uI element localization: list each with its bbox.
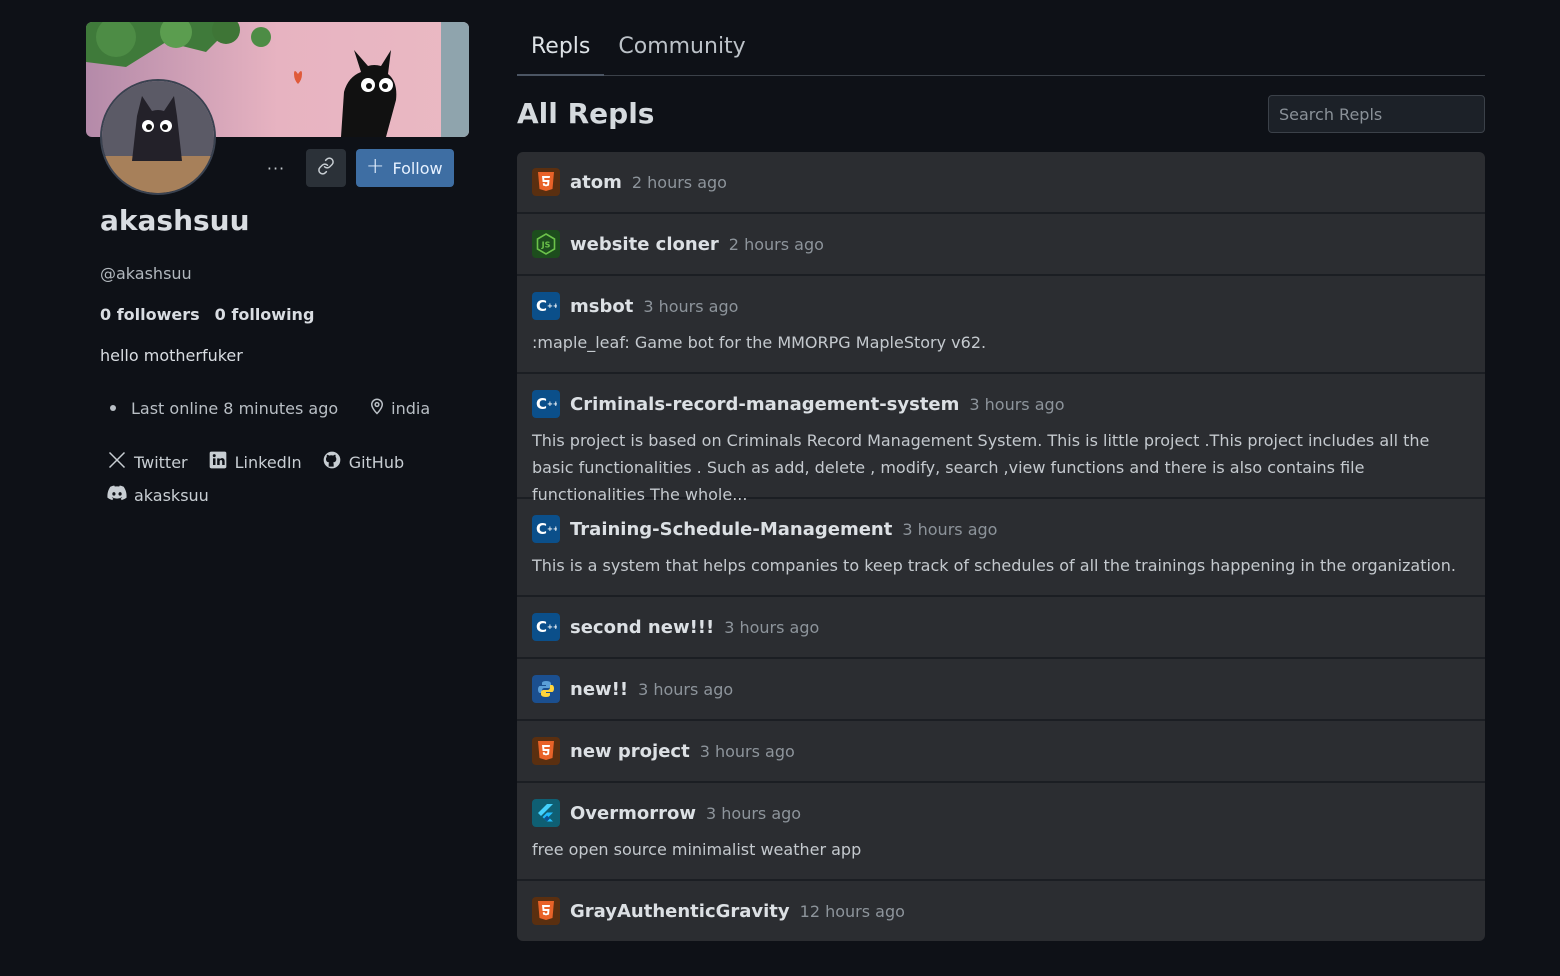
following-count[interactable]: 0 following [215, 305, 315, 324]
follow-label: Follow [392, 158, 443, 178]
cpp-icon: C ++ [532, 292, 560, 320]
repl-item[interactable]: Overmorrow 3 hours ago free open source … [517, 783, 1485, 881]
repl-item[interactable]: GrayAuthenticGravity 12 hours ago [517, 881, 1485, 941]
profile-username: akashsuu [100, 204, 250, 237]
section-title: All Repls [517, 97, 655, 130]
repl-item[interactable]: atom 2 hours ago [517, 152, 1485, 214]
cpp-icon: C ++ [532, 613, 560, 641]
repl-time: 3 hours ago [706, 803, 802, 823]
copy-link-button[interactable] [306, 149, 346, 187]
location-label: india [391, 398, 431, 418]
social-link-label: LinkedIn [234, 452, 302, 472]
repl-time: 3 hours ago [638, 679, 734, 699]
repl-title: Overmorrow [570, 802, 696, 824]
tab-community[interactable]: Community [604, 22, 759, 76]
profile-panel: ··· + Follow akashsuu @akashsuu 0 follow… [86, 22, 469, 505]
profile-bio: hello motherfuker [100, 346, 243, 365]
html-icon [532, 737, 560, 765]
repl-title: new project [570, 740, 690, 762]
svg-text:++: ++ [547, 400, 557, 408]
profile-handle: @akashsuu [100, 264, 192, 283]
repl-item[interactable]: C ++ msbot 3 hours ago :maple_leaf: Game … [517, 276, 1485, 374]
repl-time: 3 hours ago [643, 296, 739, 316]
svg-text:++: ++ [547, 525, 557, 533]
repl-item[interactable]: C ++ Criminals-record-management-system 3… [517, 374, 1485, 504]
discord-username: akasksuu [134, 485, 209, 505]
social-link-discord[interactable]: akasksuu [107, 485, 209, 505]
repl-time: 3 hours ago [699, 741, 795, 761]
svg-text:C: C [536, 395, 547, 413]
repl-item[interactable]: JS website cloner 2 hours ago [517, 214, 1485, 276]
repl-time: 2 hours ago [631, 172, 727, 192]
x-icon [107, 450, 127, 474]
search-repls-input[interactable] [1268, 95, 1485, 133]
svg-text:JS: JS [541, 241, 551, 250]
link-icon [317, 157, 335, 179]
repl-title: website cloner [570, 233, 719, 255]
linkedin-icon [208, 450, 228, 474]
repl-title: GrayAuthenticGravity [570, 900, 790, 922]
profile-meta: Last online 8 minutes ago india [110, 397, 430, 419]
repl-time: 3 hours ago [969, 394, 1065, 414]
svg-text:++: ++ [547, 623, 557, 631]
online-status-dot [110, 405, 116, 411]
repl-list: atom 2 hours ago JS website cloner 2 hou… [517, 152, 1485, 941]
discord-icon [107, 485, 127, 505]
plus-icon: + [366, 154, 385, 179]
repl-description: This is a system that helps companies to… [532, 556, 1456, 575]
social-link-label: GitHub [348, 452, 405, 472]
follow-counts: 0 followers 0 following [100, 305, 314, 324]
svg-text:C: C [536, 520, 547, 538]
repl-title: second new!!! [570, 616, 715, 638]
repl-time: 3 hours ago [902, 519, 998, 539]
repl-time: 3 hours ago [724, 617, 820, 637]
repl-description: :maple_leaf: Game bot for the MMORPG Map… [532, 333, 987, 352]
avatar [100, 79, 216, 195]
social-link-github[interactable]: GitHub [322, 450, 404, 474]
social-link-twitter[interactable]: Twitter [107, 450, 188, 474]
repl-title: Training-Schedule-Management [570, 518, 893, 540]
location-pin-icon [368, 397, 386, 419]
cpp-icon: C ++ [532, 515, 560, 543]
more-options-button[interactable]: ··· [256, 149, 296, 187]
repl-title: new!! [570, 678, 629, 700]
social-link-label: Twitter [134, 452, 188, 472]
repl-item[interactable]: C ++ Training-Schedule-Management 3 hours… [517, 499, 1485, 597]
repl-title: msbot [570, 295, 634, 317]
repl-item[interactable]: new!! 3 hours ago [517, 659, 1485, 721]
follow-button[interactable]: + Follow [356, 149, 454, 187]
repl-title: Criminals-record-management-system [570, 393, 960, 415]
profile-actions: ··· + Follow [256, 149, 454, 187]
location: india [368, 397, 430, 419]
flutter-icon [532, 799, 560, 827]
cpp-icon: C ++ [532, 390, 560, 418]
social-links: Twitter LinkedIn GitHub [107, 450, 404, 474]
social-link-linkedin[interactable]: LinkedIn [208, 450, 302, 474]
profile-tabs: Repls Community [517, 22, 1485, 76]
repl-time: 12 hours ago [799, 901, 905, 921]
python-icon [532, 675, 560, 703]
svg-text:C: C [536, 618, 547, 636]
last-online: Last online 8 minutes ago [131, 398, 339, 418]
repl-description: free open source minimalist weather app [532, 840, 862, 859]
svg-text:C: C [536, 297, 547, 315]
html-icon [532, 897, 560, 925]
repl-item[interactable]: C ++ second new!!! 3 hours ago [517, 597, 1485, 659]
repl-title: atom [570, 171, 622, 193]
repl-item[interactable]: new project 3 hours ago [517, 721, 1485, 783]
github-icon [322, 450, 342, 474]
repl-description: This project is based on Criminals Recor… [532, 431, 1430, 504]
html-icon [532, 168, 560, 196]
nodejs-icon: JS [532, 230, 560, 258]
svg-text:++: ++ [547, 302, 557, 310]
tab-repls[interactable]: Repls [517, 22, 605, 76]
repl-time: 2 hours ago [728, 234, 824, 254]
followers-count[interactable]: 0 followers [100, 305, 200, 324]
